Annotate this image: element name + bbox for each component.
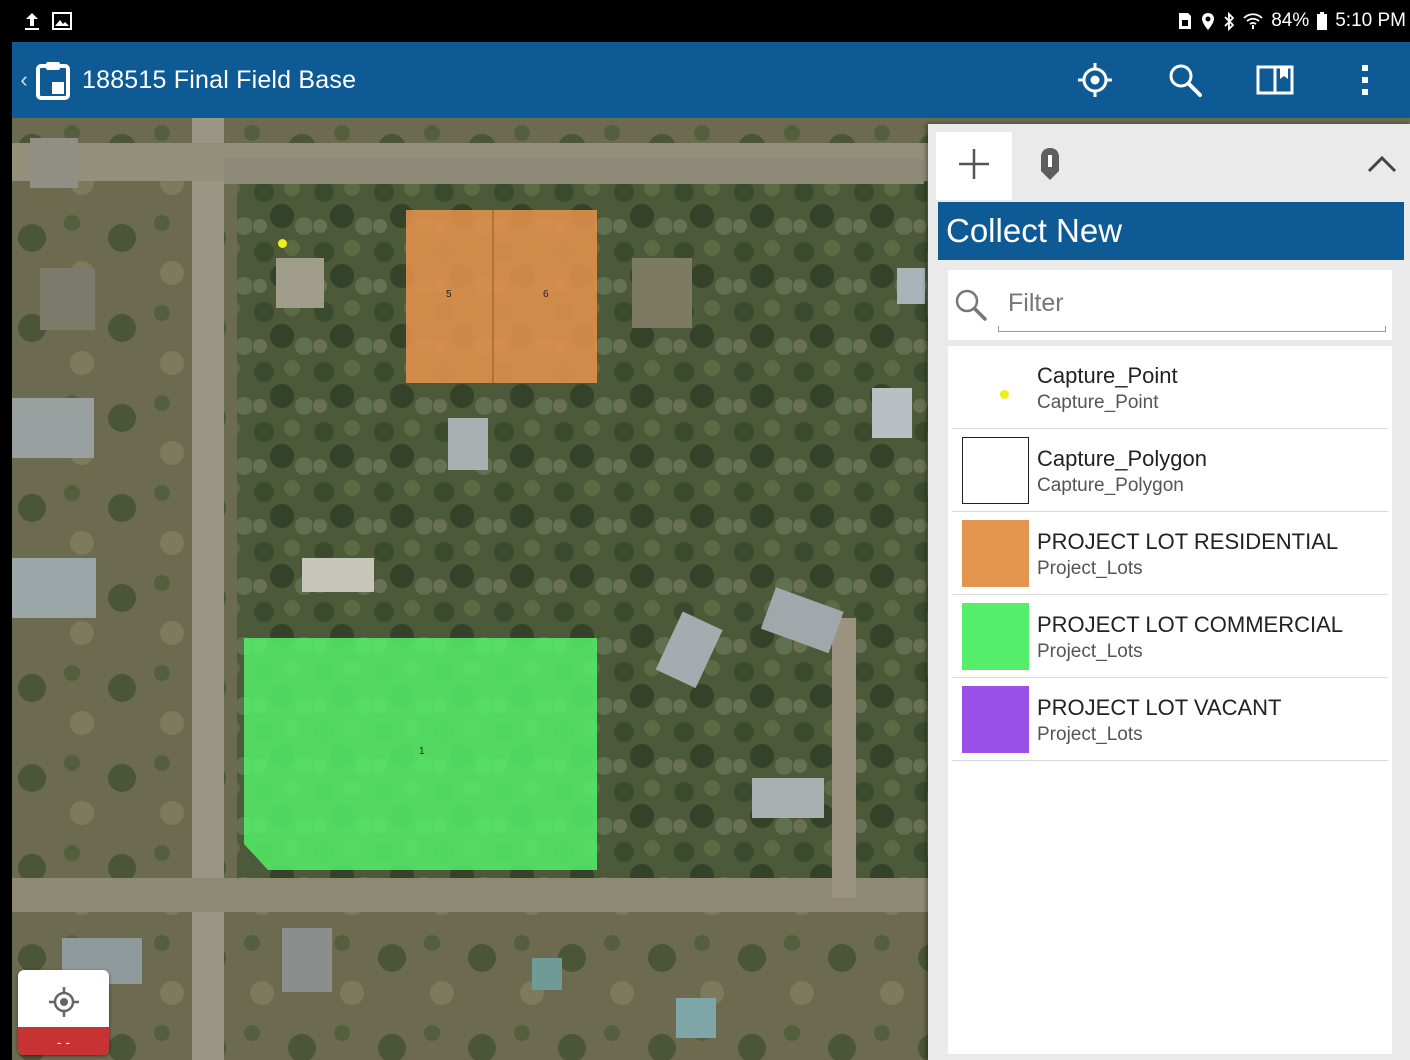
item-layer: Project_Lots bbox=[1037, 724, 1143, 745]
filter-box bbox=[948, 270, 1392, 340]
clock: 5:10 PM bbox=[1335, 10, 1406, 31]
item-layer: Project_Lots bbox=[1037, 641, 1143, 662]
list-item[interactable]: PROJECT LOT COMMERCIAL Project_Lots bbox=[952, 595, 1388, 678]
back-chevron-icon[interactable]: ‹ bbox=[14, 67, 34, 93]
chevron-up-icon[interactable] bbox=[1362, 144, 1402, 184]
locate-icon[interactable] bbox=[1050, 42, 1140, 118]
bookmark-icon[interactable] bbox=[1230, 42, 1320, 118]
residential-swatch-icon bbox=[962, 520, 1029, 587]
item-name: PROJECT LOT RESIDENTIAL bbox=[1037, 529, 1339, 554]
list-item[interactable]: PROJECT LOT RESIDENTIAL Project_Lots bbox=[952, 512, 1388, 595]
item-name: PROJECT LOT COMMERCIAL bbox=[1037, 612, 1344, 637]
panel-tabs bbox=[928, 124, 1410, 200]
item-name: Capture_Point bbox=[1037, 363, 1178, 388]
template-list: Capture_Point Capture_Point Capture_Poly… bbox=[948, 346, 1392, 1054]
commercial-swatch-icon bbox=[962, 603, 1029, 670]
search-icon[interactable] bbox=[1140, 42, 1230, 118]
crosshair-icon bbox=[18, 978, 109, 1026]
search-icon bbox=[954, 288, 988, 327]
more-icon[interactable] bbox=[1320, 42, 1410, 118]
battery-percent: 84% bbox=[1271, 10, 1310, 31]
list-item[interactable]: PROJECT LOT VACANT Project_Lots bbox=[952, 678, 1388, 761]
wifi-icon bbox=[1243, 12, 1263, 30]
battery-icon bbox=[1317, 12, 1328, 30]
lot-label-6: 6 bbox=[543, 289, 549, 300]
item-layer: Capture_Point bbox=[1037, 392, 1159, 413]
clipboard-app-icon[interactable] bbox=[36, 60, 72, 100]
item-name: PROJECT LOT VACANT bbox=[1037, 695, 1282, 720]
filter-underline bbox=[998, 326, 1386, 332]
captured-point-marker[interactable] bbox=[278, 239, 287, 248]
filter-input[interactable] bbox=[1008, 286, 1384, 320]
sim-icon bbox=[1177, 12, 1193, 30]
map-pin-icon bbox=[1039, 147, 1061, 186]
app-bar: ‹ 188515 Final Field Base bbox=[12, 42, 1410, 118]
tab-collect-new[interactable] bbox=[936, 132, 1012, 200]
collect-panel: Collect New Capture_Point Capture_Point … bbox=[928, 124, 1410, 1060]
point-symbol-icon bbox=[962, 354, 1029, 421]
plus-icon bbox=[957, 147, 991, 186]
gps-accuracy-readout: - - bbox=[18, 1027, 109, 1055]
bluetooth-icon bbox=[1223, 11, 1235, 31]
panel-title: Collect New bbox=[938, 202, 1404, 260]
status-bar: 84% 5:10 PM bbox=[0, 0, 1410, 42]
polygon-symbol-icon bbox=[962, 437, 1029, 504]
app-title: 188515 Final Field Base bbox=[82, 65, 357, 94]
upload-icon bbox=[24, 11, 40, 31]
vacant-swatch-icon bbox=[962, 686, 1029, 753]
lot-label-1: 1 bbox=[419, 746, 425, 757]
location-icon bbox=[1201, 12, 1215, 31]
image-icon bbox=[52, 12, 72, 30]
lot-label-5: 5 bbox=[446, 289, 452, 300]
gps-location-button[interactable]: - - bbox=[18, 970, 109, 1055]
list-item[interactable]: Capture_Point Capture_Point bbox=[952, 346, 1388, 429]
item-layer: Capture_Polygon bbox=[1037, 475, 1184, 496]
item-name: Capture_Polygon bbox=[1037, 446, 1208, 471]
tab-collect-here[interactable] bbox=[1012, 132, 1088, 200]
list-item[interactable]: Capture_Polygon Capture_Polygon bbox=[952, 429, 1388, 512]
item-layer: Project_Lots bbox=[1037, 558, 1143, 579]
